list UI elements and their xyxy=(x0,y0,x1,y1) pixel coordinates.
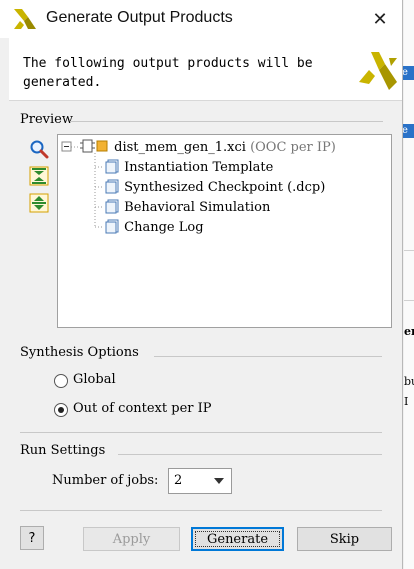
tree-child-item[interactable]: Instantiation Template xyxy=(104,158,273,175)
tree-child-label: Behavioral Simulation xyxy=(124,200,271,215)
background-text: bu xyxy=(404,375,414,388)
dialog-header: The following output products will be ge… xyxy=(9,38,402,101)
focus-ring xyxy=(195,531,280,547)
tree-child-label: Instantiation Template xyxy=(124,160,274,175)
tree-root-note: (OOC per IP) xyxy=(250,140,336,155)
help-button[interactable]: ? xyxy=(20,526,44,550)
section-divider xyxy=(118,454,382,455)
tree-child-item[interactable]: Behavioral Simulation xyxy=(104,198,270,215)
background-tab-1: e xyxy=(402,66,414,80)
expand-all-icon[interactable] xyxy=(29,193,49,213)
background-text: I xyxy=(404,395,409,408)
out-of-context-radio[interactable] xyxy=(54,403,68,417)
title-bar: Generate Output Products ✕ xyxy=(0,0,402,38)
background-divider xyxy=(404,300,414,301)
document-icon xyxy=(105,179,119,194)
number-of-jobs-label: Number of jobs: xyxy=(52,473,159,488)
apply-button[interactable]: Apply xyxy=(83,527,180,551)
background-divider xyxy=(404,250,414,251)
background-app-panel xyxy=(404,0,414,569)
vivado-logo-icon xyxy=(359,52,397,90)
number-of-jobs-select[interactable]: 2 xyxy=(168,468,232,494)
generate-output-products-dialog: Generate Output Products ✕ The following… xyxy=(0,0,403,569)
vivado-logo-icon xyxy=(14,9,36,29)
generate-button[interactable]: Generate xyxy=(191,527,284,551)
tree-root-item[interactable]: dist_mem_gen_1.xci (OOC per IP) xyxy=(80,138,336,155)
section-divider xyxy=(20,432,382,433)
background-tab-2: e xyxy=(402,124,414,138)
preview-section-label: Preview xyxy=(20,112,73,127)
tree-root-label: dist_mem_gen_1.xci xyxy=(114,140,246,155)
section-divider xyxy=(70,121,383,122)
document-icon xyxy=(105,159,119,174)
skip-button[interactable]: Skip xyxy=(297,527,392,551)
tree-child-item[interactable]: Synthesized Checkpoint (.dcp) xyxy=(104,178,325,195)
synthesis-options-label: Synthesis Options xyxy=(20,345,139,360)
ip-chip-icon xyxy=(80,139,108,153)
chevron-down-icon xyxy=(214,478,224,484)
global-radio[interactable] xyxy=(54,374,68,388)
document-icon xyxy=(105,219,119,234)
document-icon xyxy=(105,199,119,214)
dialog-title: Generate Output Products xyxy=(46,9,233,26)
out-of-context-radio-label[interactable]: Out of context per IP xyxy=(73,401,212,416)
search-icon[interactable] xyxy=(29,139,49,159)
preview-tree[interactable]: dist_mem_gen_1.xci (OOC per IP) Instanti… xyxy=(57,134,392,328)
close-button[interactable]: ✕ xyxy=(364,4,396,34)
section-divider xyxy=(20,510,382,511)
tree-child-label: Change Log xyxy=(124,220,204,235)
global-radio-label[interactable]: Global xyxy=(73,372,116,387)
section-divider xyxy=(154,356,382,357)
run-settings-label: Run Settings xyxy=(20,443,106,458)
background-text: er xyxy=(404,325,414,338)
header-message: The following output products will be ge… xyxy=(23,56,313,90)
tree-child-item[interactable]: Change Log xyxy=(104,218,204,235)
number-of-jobs-value: 2 xyxy=(174,473,183,488)
collapse-all-icon[interactable] xyxy=(29,166,49,186)
tree-child-label: Synthesized Checkpoint (.dcp) xyxy=(124,180,326,195)
